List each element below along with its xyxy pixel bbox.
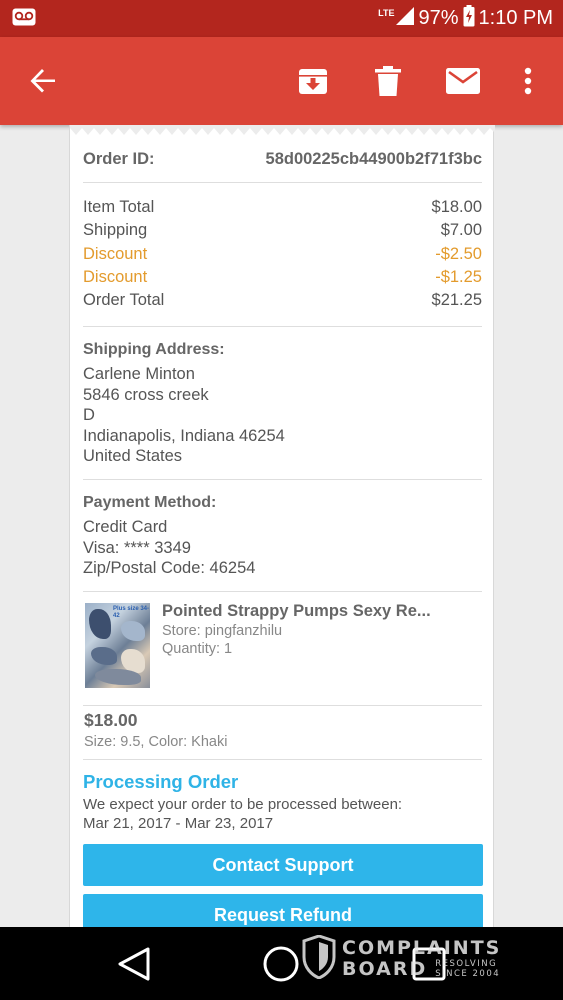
summary-value: $18.00 (431, 198, 482, 216)
discount-row: Discount -$2.50 (83, 245, 482, 264)
product-quantity: Quantity: 1 (162, 641, 233, 657)
order-receipt-card: Order ID: 58d00225cb44900b2f71f3bc Item … (69, 125, 495, 927)
more-vert-icon[interactable] (518, 37, 538, 125)
order-status-text: We expect your order to be processed bet… (83, 796, 403, 813)
order-id-label: Order ID: (83, 150, 155, 168)
watermark-word: BOARD (342, 958, 428, 980)
summary-label: Shipping (83, 221, 148, 239)
payment-line: Credit Card (83, 518, 168, 536)
order-id-value: 58d00225cb44900b2f71f3bc (265, 150, 482, 168)
summary-value: $7.00 (440, 221, 482, 239)
discount-row: Discount -$1.25 (83, 268, 482, 287)
summary-label: Discount (83, 268, 148, 286)
network-type: LTE (378, 8, 395, 18)
signal-icon (396, 6, 415, 31)
divider (83, 326, 482, 327)
shoe-shape (95, 669, 141, 685)
battery-charging-icon (463, 4, 475, 33)
divider (83, 759, 482, 760)
summary-label: Discount (83, 245, 148, 263)
battery-percent: 97% (418, 7, 459, 29)
voicemail-icon (12, 8, 36, 31)
divider (83, 479, 482, 480)
order-status-title: Processing Order (83, 771, 239, 792)
address-line: United States (83, 447, 183, 465)
address-line: 5846 cross creek (83, 386, 209, 404)
home-nav-icon[interactable] (259, 927, 303, 1000)
watermark-tagline: SINCE 2004 (435, 969, 501, 979)
request-refund-button[interactable]: Request Refund (83, 894, 483, 927)
shipping-address-heading: Shipping Address: (83, 341, 225, 358)
shield-logo-icon (302, 933, 336, 984)
mail-icon[interactable] (444, 37, 482, 125)
order-id-row: Order ID: 58d00225cb44900b2f71f3bc (83, 150, 482, 169)
summary-value: $21.25 (431, 291, 482, 309)
shoe-shape (91, 647, 117, 665)
delete-icon[interactable] (371, 37, 405, 125)
shoe-shape (121, 621, 145, 641)
archive-icon[interactable] (296, 37, 330, 125)
payment-line: Visa: **** 3349 (83, 539, 191, 557)
receipt-torn-edge (70, 125, 495, 135)
item-total-row: Item Total $18.00 (83, 198, 482, 217)
product-variant: Size: 9.5, Color: Khaki (84, 734, 228, 750)
product-thumbnail[interactable]: Plus size 34-42 (85, 603, 150, 688)
divider (83, 182, 482, 183)
watermark-tagline: RESOLVING (435, 959, 498, 969)
summary-label: Item Total (83, 198, 155, 216)
contact-support-button[interactable]: Contact Support (83, 844, 483, 886)
thumbnail-tag: Plus size 34-42 (113, 606, 150, 619)
complaints-board-watermark: COMPLAINTS BOARD RESOLVING SINCE 2004 (302, 933, 502, 984)
product-price: $18.00 (84, 710, 138, 730)
product-store: Store: pingfanzhilu (162, 623, 283, 639)
order-total-row: Order Total $21.25 (83, 291, 482, 310)
payment-line: Zip/Postal Code: 46254 (83, 559, 256, 577)
shoe-shape (89, 609, 111, 639)
back-arrow-icon[interactable] (26, 37, 60, 125)
clock: 1:10 PM (478, 7, 553, 29)
back-nav-icon[interactable] (112, 927, 156, 1000)
summary-value: -$1.25 (435, 268, 482, 286)
summary-value: -$2.50 (435, 245, 482, 263)
divider (83, 705, 482, 706)
address-line: Indianapolis, Indiana 46254 (83, 427, 285, 445)
watermark-word: COMPLAINTS (342, 937, 502, 959)
payment-method-heading: Payment Method: (83, 494, 217, 511)
app-bar (0, 37, 563, 125)
status-bar: LTE 97% 1:10 PM (0, 0, 563, 37)
order-content[interactable]: Order ID: 58d00225cb44900b2f71f3bc Item … (0, 125, 563, 927)
address-line: D (83, 406, 95, 424)
order-status-dates: Mar 21, 2017 - Mar 23, 2017 (83, 815, 274, 832)
summary-label: Order Total (83, 291, 165, 309)
product-title[interactable]: Pointed Strappy Pumps Sexy Re... (162, 602, 431, 621)
address-line: Carlene Minton (83, 365, 195, 383)
divider (83, 591, 482, 592)
shipping-row: Shipping $7.00 (83, 221, 482, 240)
